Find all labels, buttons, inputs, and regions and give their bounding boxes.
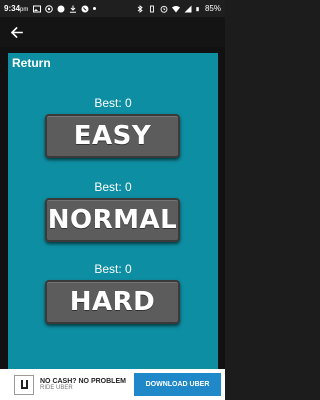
normal-button-label: NORMAL (47, 205, 178, 235)
best-score-normal: Best: 0 (94, 180, 132, 194)
hard-button[interactable]: HARD (45, 280, 180, 324)
arrow-left-icon[interactable] (10, 26, 23, 39)
wifi-icon (171, 5, 180, 12)
download-uber-button[interactable]: DOWNLOAD UBER (134, 373, 221, 396)
whatsapp-icon (45, 4, 54, 13)
more-notifications-icon (93, 7, 97, 10)
return-link[interactable]: Return (12, 56, 51, 70)
download-icon (70, 5, 77, 13)
ad-headline: NO CASH? NO PROBLEM (40, 377, 126, 385)
system-icons: 85% (136, 4, 221, 13)
easy-button-label: EASY (73, 121, 152, 151)
alarm-icon (160, 5, 168, 13)
image-icon (33, 5, 42, 12)
status-time: 9:34pm (4, 4, 29, 13)
bluetooth-icon (137, 4, 143, 13)
signal-icon (184, 5, 192, 12)
app-bar (0, 17, 225, 47)
ad-banner[interactable]: NO CASH? NO PROBLEM RIDE UBER DOWNLOAD U… (0, 369, 225, 400)
ad-subline: RIDE UBER (40, 385, 73, 392)
battery-percentage: 85% (204, 4, 221, 13)
shazam-icon (81, 5, 89, 12)
best-score-easy: Best: 0 (94, 96, 132, 110)
status-bar: 9:34pm 85% (0, 0, 225, 17)
notification-circle-icon (57, 5, 65, 12)
notification-icons (33, 4, 97, 13)
best-score-hard: Best: 0 (94, 262, 132, 276)
hard-button-label: HARD (69, 287, 156, 317)
difficulty-panel: Return Best: 0 EASY Best: 0 NORMAL Best:… (8, 53, 218, 369)
uber-logo-icon (14, 374, 34, 395)
normal-button[interactable]: NORMAL (45, 198, 180, 242)
battery-icon (196, 6, 199, 11)
main-content: Return Best: 0 EASY Best: 0 NORMAL Best:… (0, 47, 225, 369)
ad-text: NO CASH? NO PROBLEM RIDE UBER (40, 378, 126, 392)
vibrate-icon (150, 5, 154, 12)
easy-button[interactable]: EASY (45, 114, 180, 158)
